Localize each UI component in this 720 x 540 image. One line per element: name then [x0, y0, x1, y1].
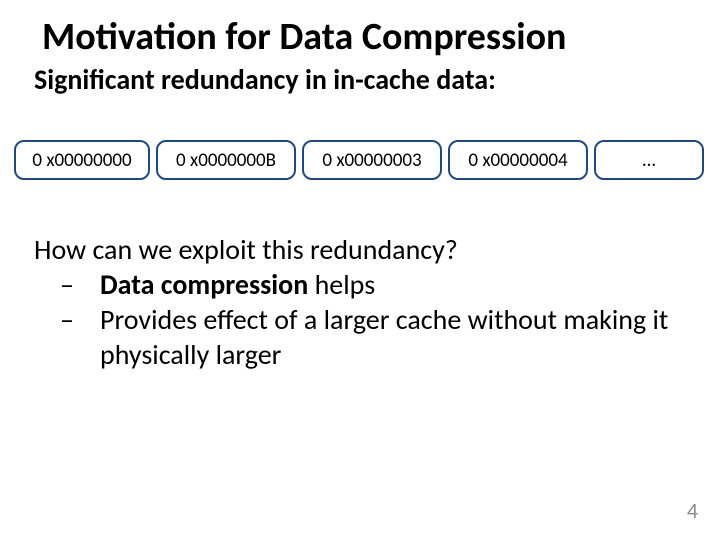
- slide-subtitle: Significant redundancy in in-cache data:: [0, 60, 720, 97]
- hex-cell-3: 0 x00000004: [448, 140, 588, 180]
- dash-icon: –: [80, 267, 100, 302]
- bullet-1-rest: helps: [308, 267, 375, 302]
- page-title: Motivation for Data Compression: [0, 0, 720, 60]
- page-number: 4: [687, 497, 698, 524]
- body-question: How can we exploit this redundancy?: [34, 232, 680, 267]
- hex-value-row: 0 x00000000 0 x0000000B 0 x00000003 0 x0…: [14, 140, 710, 180]
- slide: Motivation for Data Compression Signific…: [0, 0, 720, 540]
- bullet-2-text: Provides effect of a larger cache withou…: [100, 302, 668, 372]
- hex-cell-1: 0 x0000000B: [156, 140, 296, 180]
- hex-cell-0: 0 x00000000: [14, 140, 150, 180]
- hex-cell-2: 0 x00000003: [302, 140, 442, 180]
- hex-cell-ellipsis: …: [594, 140, 704, 180]
- bullet-2: –Provides effect of a larger cache witho…: [34, 302, 680, 372]
- body-text: How can we exploit this redundancy? –Dat…: [34, 232, 680, 372]
- bullet-1-bold: Data compression: [100, 267, 308, 302]
- dash-icon: –: [80, 302, 100, 337]
- bullet-1: –Data compression helps: [34, 267, 680, 302]
